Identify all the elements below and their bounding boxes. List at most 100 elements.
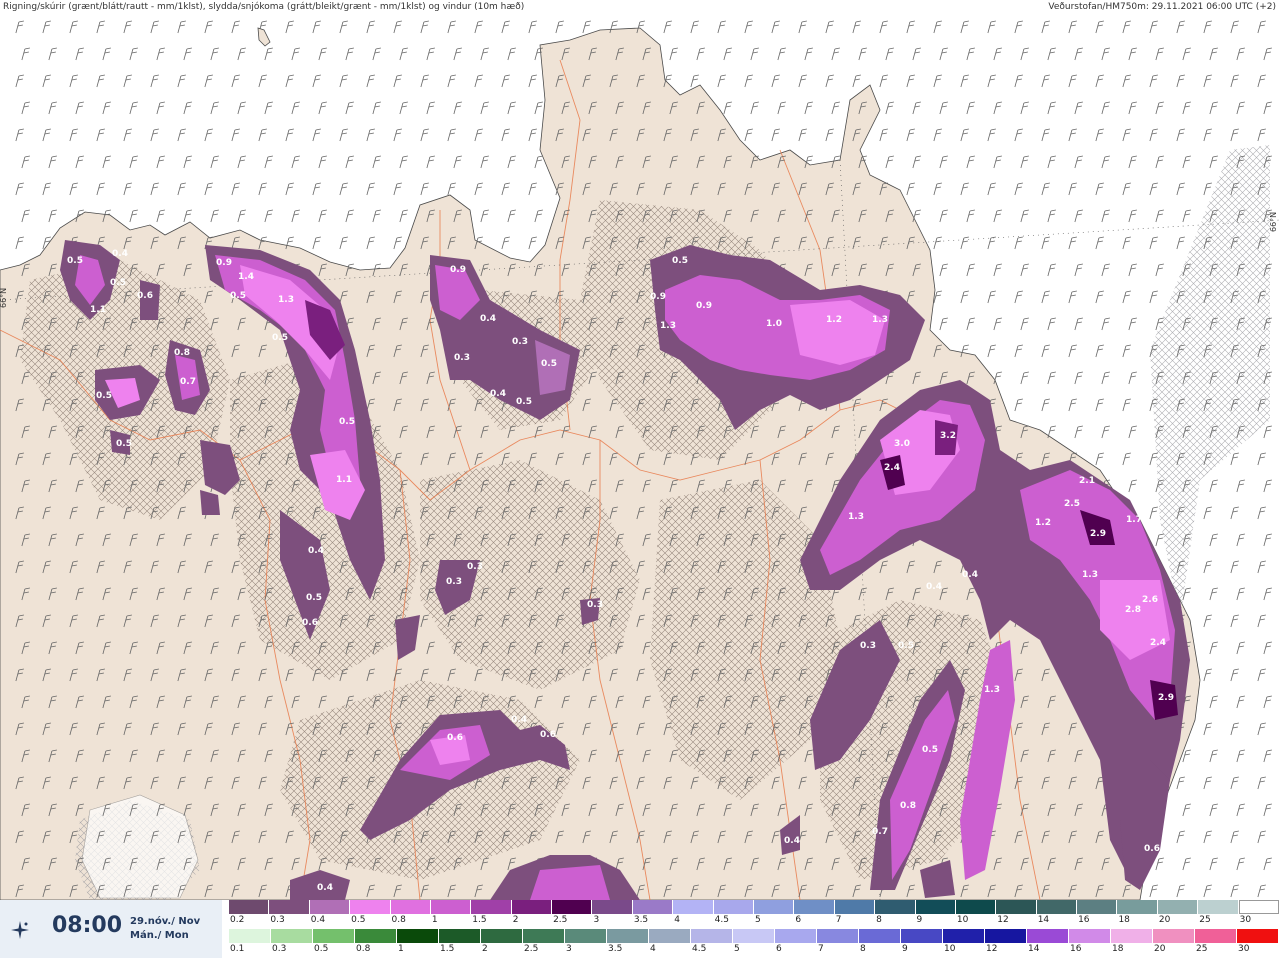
model-run-info: Veðurstofan/HM750m: 29.11.2021 06:00 UTC… [1048,2,1276,12]
legend-swatch [523,929,565,943]
precip-value-label: 0.5 [67,256,83,266]
precip-value-label: 0.9 [650,292,666,302]
precip-value-label: 0.3 [446,577,462,587]
precip-value-label: 0.6 [137,291,153,301]
time-panel[interactable]: 08:00 29.nóv./ Nov Mán./ Mon [0,900,224,958]
precip-value-label: 0.3 [860,641,876,651]
precip-value-label: 0.8 [174,348,190,358]
legend-swatch [1153,929,1195,943]
precip-value-label: 0.5 [672,256,688,266]
precip-value-label: 1.3 [278,295,294,305]
map-title: Rigning/skúrir (grænt/blátt/rautt - mm/1… [3,2,525,12]
precip-value-label: 1.2 [826,315,842,325]
precip-value-label: 0.6 [302,618,318,628]
precip-value-label: 0.5 [898,641,914,651]
precip-value-label: 2.9 [1090,529,1106,539]
precip-value-label: 2.6 [1142,595,1158,605]
legend-label: 25 [1199,915,1211,925]
legend-label: 4.5 [692,944,707,954]
latitude-label-right: 66°N [1269,212,1278,232]
precip-value-label: 3.2 [940,431,956,441]
precip-value-label: 2.5 [1064,499,1080,509]
precip-value-label: 0.5 [230,291,246,301]
legend-label: 0.3 [270,915,285,925]
precip-value-label: 0.5 [922,745,938,755]
legend-swatch [1111,929,1153,943]
legend-swatch [996,900,1037,914]
legend-swatch [691,929,733,943]
precip-value-label: 1.2 [1035,518,1051,528]
legend-label: 0.5 [314,944,329,954]
legend-label: 6 [776,944,782,954]
legend-swatch [229,929,271,943]
precip-value-label: 0.8 [900,801,916,811]
legend-swatch [915,900,956,914]
legend-swatch [943,929,985,943]
legend-label: 0.1 [230,944,245,954]
precip-value-label: 1.1 [336,475,352,485]
legend-swatch [439,929,481,943]
legend-swatch [1069,929,1111,943]
legend-swatch [350,900,391,914]
precip-value-label: 1.1 [90,305,106,315]
legend-swatch [565,929,607,943]
legend-swatch [390,900,431,914]
precip-value-label: 3.0 [894,439,910,449]
precip-value-label: 0.3 [587,600,603,610]
legend-swatch [1238,900,1279,914]
precip-value-label: 0.9 [216,258,232,268]
precip-value-label: 0.9 [450,265,466,275]
legend-label: 0.8 [391,915,406,925]
legend-label: 16 [1078,915,1090,925]
legend-swatch [817,929,859,943]
legend-label: 4 [674,915,680,925]
legend-label: 18 [1118,915,1130,925]
legend-label: 3.5 [633,915,649,925]
precip-value-label: 0.4 [112,249,128,259]
precip-value-label: 2.8 [1125,605,1141,615]
latitude-label-left: 66°N [0,288,8,308]
legend-swatch [859,929,901,943]
precip-value-label: 0.5 [96,391,112,401]
legend-label: 20 [1154,944,1166,954]
precip-value-label: 0.4 [317,883,333,893]
precip-value-label: 1.3 [848,512,864,522]
legend-label: 3.5 [608,944,623,954]
legend-label: 4.5 [714,915,729,925]
precip-value-label: 0.7 [872,827,888,837]
precip-value-label: 0.5 [306,593,322,603]
legend-swatch [1036,900,1078,914]
legend-swatch [1198,900,1239,914]
legend-label: 25 [1196,944,1208,954]
precip-value-label: 0.5 [116,439,132,449]
legend-label: 1 [398,944,404,954]
precip-value-label: 0.3 [454,353,470,363]
legend-swatch [1117,900,1158,914]
legend-label: 1.5 [440,944,455,954]
legend-label: 9 [916,915,923,925]
precip-value-label: 2.1 [1079,476,1095,486]
legend-label: 14 [1037,915,1050,925]
legend-label: 7 [835,915,842,925]
legend-swatch [229,900,270,914]
legend-swatch [430,900,472,914]
legend-snow: 0.2 0.3 0.4 0.5 0.8 1 1.5 2 2.5 3 3.5 4 4.5 5 6 7 8 9 10 12… [229,900,1279,928]
legend-swatch [733,929,775,943]
legend-swatch [607,929,649,943]
legend-label: 2.5 [553,915,568,925]
precip-value-label: 0.5 [339,417,355,427]
precip-value-label: 0.5 [272,333,288,343]
legend-swatch [985,929,1027,943]
precip-value-label: 0.4 [490,389,506,399]
precip-value-label: 1.7 [1126,515,1142,525]
legend-label: 5 [755,915,761,925]
legend-label: 7 [818,944,824,954]
precip-value-label: 0.7 [180,377,196,387]
legend-label: 0.8 [356,944,371,954]
weather-map[interactable]: 0.5 0.4 0.5 0.6 1.1 0.9 1.4 0.5 1.3 0.5 0.9 0.4 0.3 0… [0,0,1280,900]
legend-label: 4 [650,944,656,954]
legend-label: 2 [482,944,488,954]
legend-label: 14 [1028,944,1040,954]
precip-value-label: 1.0 [766,319,782,329]
precip-value-label: 0.4 [308,546,324,556]
